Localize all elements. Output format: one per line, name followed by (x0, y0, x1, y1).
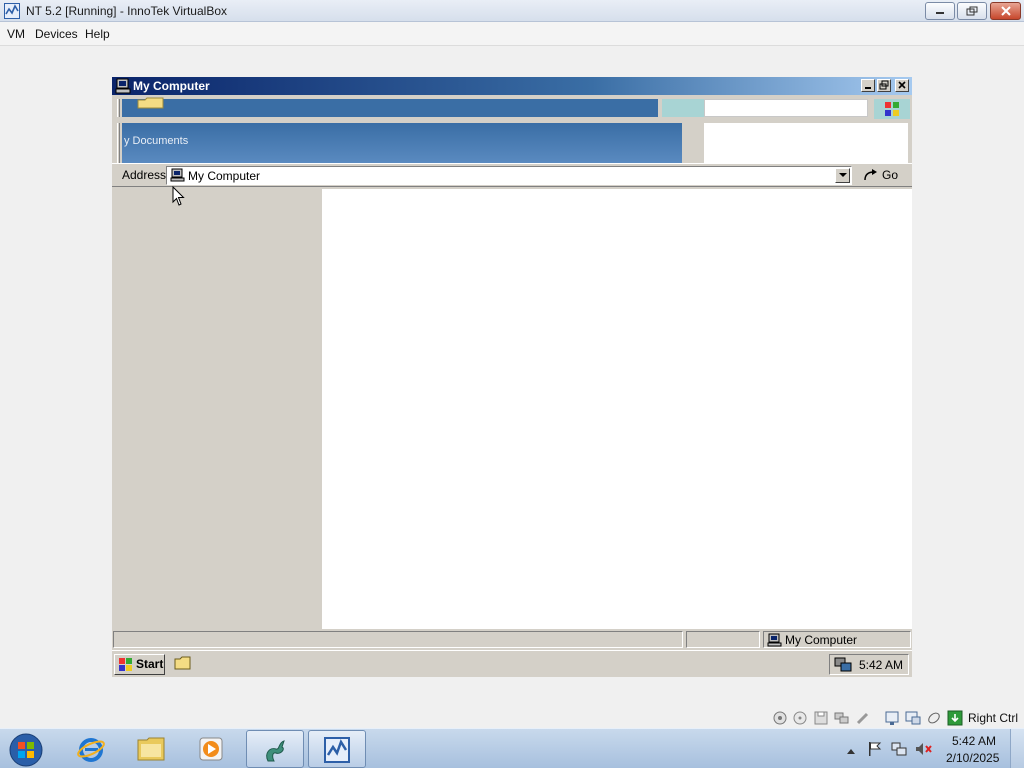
windows-start-orb[interactable] (6, 731, 46, 768)
task-pane (112, 189, 322, 629)
start-label: Start (136, 657, 164, 671)
toolbar-band-segment (704, 99, 868, 117)
guest-clock[interactable]: 5:42 AM (859, 658, 903, 672)
show-hidden-icons-button[interactable] (846, 744, 856, 758)
guest-screen[interactable]: My Computer y Documents Address My Compu… (112, 77, 912, 677)
address-value: My Computer (188, 169, 261, 183)
explorer-window-title: My Computer (133, 79, 210, 93)
close-button[interactable] (990, 2, 1021, 20)
explorer-toolbars: y Documents (112, 95, 912, 163)
address-bar: Address My Computer Go (112, 163, 912, 187)
folder-content-area[interactable] (322, 189, 912, 629)
host-menu-bar: VM Devices Help (0, 22, 1024, 46)
network-icon[interactable] (834, 657, 852, 676)
action-center-flag-icon[interactable] (866, 741, 882, 760)
virtualbox-taskbar-button[interactable] (308, 730, 366, 768)
go-arrow-icon (862, 168, 878, 185)
usb-icon[interactable] (855, 710, 871, 726)
toolbar-grip[interactable] (117, 123, 120, 163)
status-bar: My Computer (112, 630, 912, 649)
media-player-taskbar-button[interactable] (182, 730, 240, 768)
toolbar-band-segment (662, 99, 704, 117)
mouse-integration-icon[interactable] (926, 710, 942, 726)
menu-help[interactable]: Help (85, 27, 110, 41)
volume-muted-icon[interactable] (915, 741, 933, 760)
status-pane-size (686, 631, 760, 648)
network-status-icon[interactable] (891, 741, 907, 760)
address-label: Address (122, 168, 167, 182)
start-button[interactable]: Start (114, 654, 165, 675)
explorer-quicklaunch-icon[interactable] (174, 656, 192, 674)
display-icon[interactable] (905, 710, 921, 726)
cd-rom-icon[interactable] (792, 710, 808, 726)
dragon-app-taskbar-button[interactable] (246, 730, 304, 768)
windows-logo-icon (118, 657, 134, 675)
status-pane-main (113, 631, 683, 648)
menu-vm[interactable]: VM (7, 27, 25, 41)
windows-logo-icon (874, 99, 910, 119)
address-dropdown-button[interactable] (835, 168, 850, 183)
status-location: My Computer (785, 633, 858, 647)
computer-icon (115, 78, 131, 94)
go-button[interactable]: Go (858, 166, 908, 185)
explorer-title-bar[interactable]: My Computer (112, 77, 912, 95)
host-clock-time[interactable]: 5:42 AM (952, 734, 996, 748)
mouse-cursor-icon (172, 185, 185, 209)
host-title-bar[interactable]: NT 5.2 [Running] - InnoTek VirtualBox (0, 0, 1024, 22)
computer-icon (170, 168, 185, 182)
explorer-close-button[interactable] (895, 79, 909, 92)
shared-folders-icon[interactable] (884, 710, 900, 726)
network-adapter-icon[interactable] (834, 710, 850, 726)
host-key-label: Right Ctrl (968, 711, 1019, 725)
computer-icon (767, 633, 782, 650)
keyboard-capture-icon[interactable] (947, 710, 963, 726)
toolbar-band (122, 99, 658, 117)
toolbar-grip[interactable] (117, 99, 120, 117)
guest-taskbar: Start 5:42 AM (112, 650, 912, 677)
host-window-title: NT 5.2 [Running] - InnoTek VirtualBox (26, 4, 227, 18)
minimize-button[interactable] (925, 2, 955, 20)
virtualbox-app-icon (4, 3, 20, 19)
my-documents-label[interactable]: y Documents (124, 135, 188, 147)
explorer-restore-button[interactable] (877, 79, 891, 92)
floppy-icon[interactable] (813, 710, 829, 726)
links-toolbar-band (122, 123, 682, 163)
system-tray: 5:42 AM (829, 654, 909, 675)
toolbar-band-segment (704, 123, 908, 163)
vm-status-bar: Right Ctrl (772, 709, 1024, 727)
menu-devices[interactable]: Devices (35, 27, 78, 41)
status-pane-zone: My Computer (763, 631, 911, 648)
hard-disk-icon[interactable] (772, 710, 788, 726)
windows-explorer-taskbar-button[interactable] (122, 730, 180, 768)
restore-button[interactable] (957, 2, 987, 20)
show-desktop-button[interactable] (1010, 729, 1024, 768)
internet-explorer-taskbar-button[interactable] (62, 730, 120, 768)
go-label: Go (882, 168, 899, 182)
folder-icon (137, 97, 165, 111)
host-clock-date[interactable]: 2/10/2025 (946, 751, 999, 765)
host-taskbar: 5:42 AM 2/10/2025 (0, 728, 1024, 768)
address-input[interactable]: My Computer (166, 166, 852, 185)
explorer-minimize-button[interactable] (861, 79, 875, 92)
